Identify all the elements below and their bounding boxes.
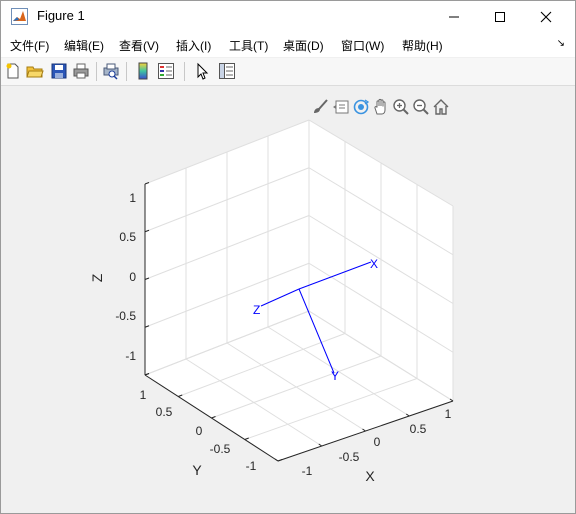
maximize-button[interactable] [477,1,523,32]
menu-overflow-arrow-icon[interactable]: ↘ [557,38,565,49]
print-icon[interactable] [72,62,90,80]
maximize-icon [495,11,505,22]
insert-legend-icon[interactable] [157,62,175,80]
menu-file[interactable]: 文件(F) [10,37,49,54]
pan-hand-icon[interactable] [372,98,390,116]
figure-canvas[interactable] [9,86,569,503]
rotate-3d-icon[interactable] [352,98,370,116]
print-preview-icon[interactable] [102,62,120,80]
figure-window: Figure 1 文件(F) 编辑(E) 查看(V) 插入(I) 工具(T) 桌… [0,0,576,514]
menu-window[interactable]: 窗口(W) [341,37,384,54]
toolbar-separator [184,62,185,81]
property-inspector-icon[interactable] [218,62,236,80]
title-bar[interactable]: Figure 1 [1,1,575,32]
minimize-icon [449,16,459,17]
zoom-in-icon[interactable] [392,98,410,116]
save-icon[interactable] [50,62,68,80]
new-figure-icon[interactable] [4,62,22,80]
brush-icon[interactable] [311,98,329,116]
window-title: Figure 1 [37,8,85,23]
open-file-icon[interactable] [26,62,44,80]
close-icon [540,11,552,22]
data-tips-icon[interactable] [332,98,350,116]
close-button[interactable] [523,1,569,32]
restore-view-home-icon[interactable] [432,98,450,116]
menu-help[interactable]: 帮助(H) [402,37,443,54]
menu-edit[interactable]: 编辑(E) [64,37,104,54]
menu-insert[interactable]: 插入(I) [176,37,211,54]
toolbar-separator [126,62,127,81]
matlab-logo-icon [11,8,28,25]
menu-bar: 文件(F) 编辑(E) 查看(V) 插入(I) 工具(T) 桌面(D) 窗口(W… [1,32,575,57]
menu-view[interactable]: 查看(V) [119,37,159,54]
insert-colorbar-icon[interactable] [134,62,152,80]
minimize-button[interactable] [431,1,477,32]
menu-desktop[interactable]: 桌面(D) [283,37,324,54]
menu-tools[interactable]: 工具(T) [229,37,268,54]
toolbar-separator [96,62,97,81]
edit-plot-arrow-icon[interactable] [193,62,211,80]
figure-toolbar [1,58,575,86]
zoom-out-icon[interactable] [412,98,430,116]
